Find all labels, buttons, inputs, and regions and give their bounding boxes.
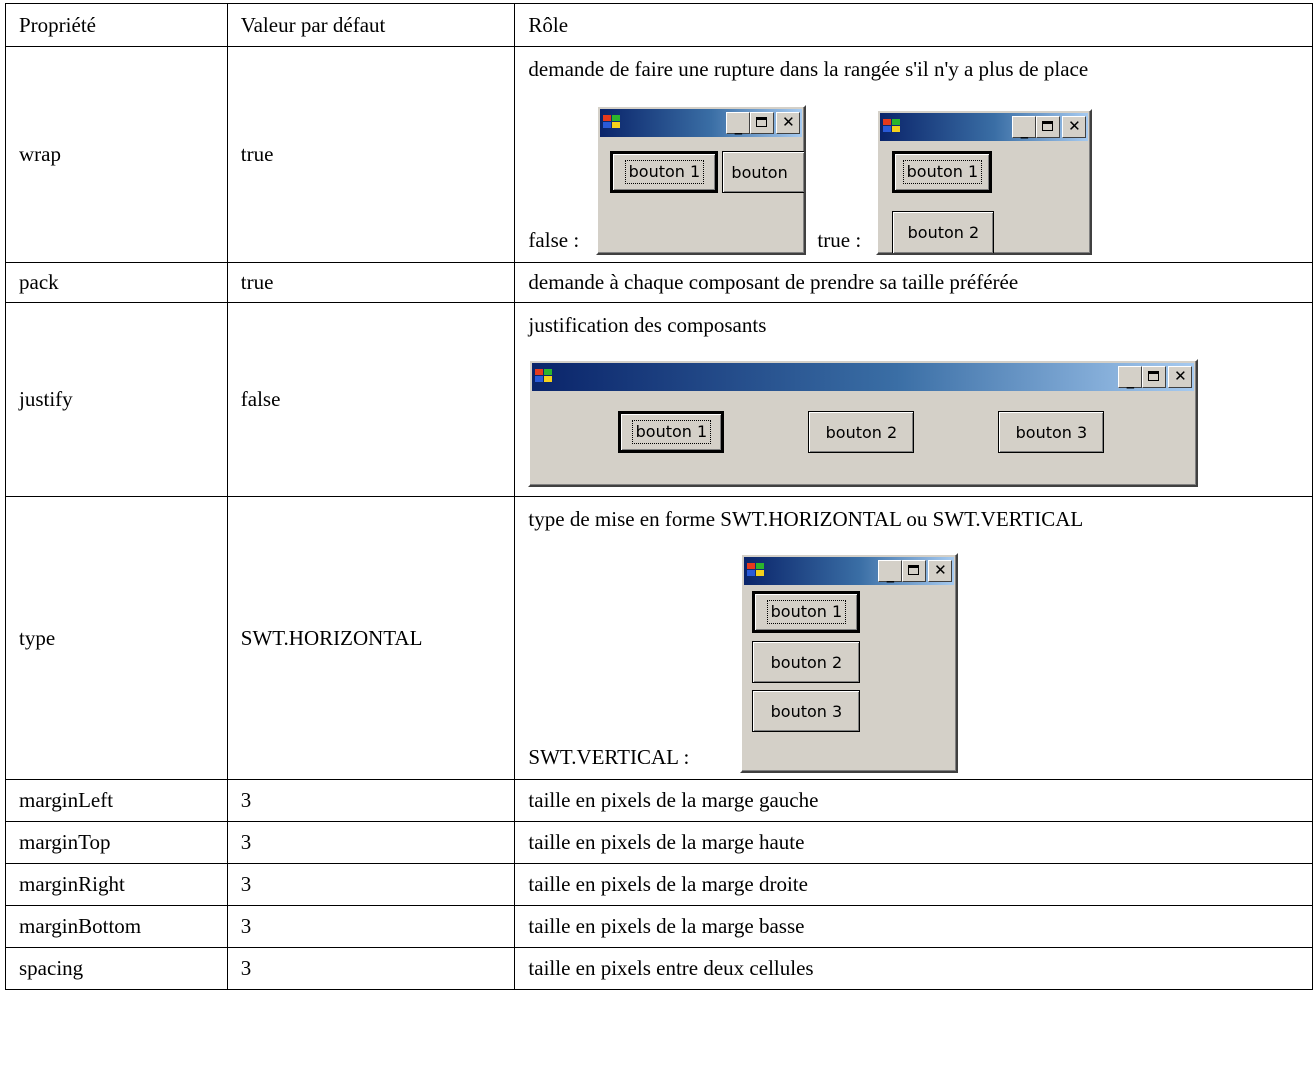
default-value: 3 — [226, 905, 516, 948]
property-name: wrap — [5, 46, 228, 263]
table-header-row: Propriété Valeur par défaut Rôle — [5, 3, 1313, 47]
role-text: type de mise en forme SWT.HORIZONTAL ou … — [528, 507, 1084, 531]
default-value: 3 — [226, 863, 516, 906]
minimize-button[interactable]: _ — [1012, 116, 1037, 139]
role-text: justification des composants — [528, 313, 767, 337]
close-icon: ✕ — [1174, 367, 1187, 385]
table-row: marginRight 3 taille en pixels de la mar… — [5, 863, 1313, 906]
maximize-button[interactable] — [1142, 366, 1167, 388]
minimize-button[interactable]: _ — [878, 560, 903, 583]
maximize-icon — [751, 113, 773, 133]
close-icon: ✕ — [782, 113, 795, 131]
bouton-1-button[interactable]: bouton 1 — [618, 411, 725, 453]
table-row: marginTop 3 taille en pixels de la marge… — [5, 821, 1313, 864]
role-text: taille en pixels de la marge gauche — [514, 779, 1313, 822]
property-name: type — [5, 496, 228, 780]
windows-logo-icon — [603, 115, 623, 131]
title-bar: _ ✕ — [532, 363, 1195, 391]
windows-logo-icon — [535, 369, 555, 385]
property-name: marginLeft — [5, 779, 228, 822]
properties-table: Propriété Valeur par défaut Rôle wrap tr… — [5, 3, 1313, 990]
header-property: Propriété — [5, 3, 228, 47]
minimize-button[interactable]: _ — [1118, 366, 1143, 389]
button-label: bouton 1 — [902, 160, 983, 184]
title-bar: _ ✕ — [744, 557, 955, 585]
table-row: pack true demande à chaque composant de … — [5, 262, 1313, 303]
role-cell: type de mise en forme SWT.HORIZONTAL ou … — [514, 496, 1313, 780]
role-cell: demande de faire une rupture dans la ran… — [514, 46, 1313, 263]
demo-window-vertical: _ ✕ bouton 1 bouton 2 bouton 3 — [740, 553, 959, 773]
demo-window-justify: _ ✕ bouton 1 bouton 2 bouton 3 — [528, 359, 1199, 487]
property-name: pack — [5, 262, 228, 303]
role-text: taille en pixels de la marge basse — [514, 905, 1313, 948]
bouton-3-button[interactable]: bouton 3 — [752, 690, 861, 732]
caption-vertical: SWT.VERTICAL : — [528, 745, 690, 769]
minimize-icon: _ — [734, 117, 743, 135]
table-row: justify false justification des composan… — [5, 302, 1313, 497]
role-text: demande à chaque composant de prendre sa… — [514, 262, 1313, 303]
bouton-1-button[interactable]: bouton 1 — [610, 151, 719, 193]
role-text: taille en pixels entre deux cellules — [514, 947, 1313, 990]
bouton-1-button[interactable]: bouton 1 — [892, 151, 993, 193]
property-name: justify — [5, 302, 228, 497]
maximize-icon — [1037, 117, 1059, 137]
role-cell: justification des composants _ ✕ bouton … — [514, 302, 1313, 497]
default-value: 3 — [226, 947, 516, 990]
default-value: SWT.HORIZONTAL — [226, 496, 516, 780]
windows-logo-icon — [883, 119, 903, 135]
demo-window-wrap-true: _ ✕ bouton 1 bouton 2 — [876, 109, 1093, 255]
header-role: Rôle — [514, 3, 1313, 47]
minimize-icon: _ — [886, 565, 895, 583]
minimize-button[interactable]: _ — [726, 112, 751, 135]
header-default-value: Valeur par défaut — [226, 3, 516, 47]
close-button[interactable]: ✕ — [776, 112, 801, 134]
maximize-icon — [903, 561, 925, 581]
close-button[interactable]: ✕ — [1062, 116, 1087, 138]
close-button[interactable]: ✕ — [1168, 366, 1193, 388]
bouton-2-button[interactable]: bouton 2 — [808, 411, 915, 453]
default-value: true — [226, 262, 516, 303]
maximize-icon — [1143, 367, 1165, 387]
close-icon: ✕ — [1068, 117, 1081, 135]
bouton-1-button[interactable]: bouton 1 — [752, 591, 861, 633]
table-row: type SWT.HORIZONTAL type de mise en form… — [5, 496, 1313, 780]
title-bar: _ ✕ — [880, 113, 1089, 141]
windows-logo-icon — [747, 563, 767, 579]
caption-wrap-true: true : — [817, 228, 862, 252]
close-button[interactable]: ✕ — [928, 560, 953, 582]
default-value: false — [226, 302, 516, 497]
bouton-3-button[interactable]: bouton 3 — [998, 411, 1105, 453]
property-name: marginBottom — [5, 905, 228, 948]
property-name: marginTop — [5, 821, 228, 864]
default-value: 3 — [226, 821, 516, 864]
table-row: marginLeft 3 taille en pixels de la marg… — [5, 779, 1313, 822]
default-value: 3 — [226, 779, 516, 822]
role-text: taille en pixels de la marge haute — [514, 821, 1313, 864]
property-name: marginRight — [5, 863, 228, 906]
table-row: spacing 3 taille en pixels entre deux ce… — [5, 947, 1313, 990]
title-bar: _ ✕ — [600, 109, 803, 137]
role-text: taille en pixels de la marge droite — [514, 863, 1313, 906]
table-row: wrap true demande de faire une rupture d… — [5, 46, 1313, 263]
bouton-2-button-clipped[interactable]: bouton — [722, 151, 805, 193]
button-label: bouton 1 — [624, 160, 705, 184]
maximize-button[interactable] — [902, 560, 927, 582]
bouton-2-button[interactable]: bouton 2 — [892, 211, 995, 253]
maximize-button[interactable] — [750, 112, 775, 134]
minimize-icon: _ — [1020, 121, 1029, 139]
table-row: marginBottom 3 taille en pixels de la ma… — [5, 905, 1313, 948]
maximize-button[interactable] — [1036, 116, 1061, 138]
minimize-icon: _ — [1126, 371, 1135, 389]
button-label: bouton 1 — [631, 420, 712, 444]
property-name: spacing — [5, 947, 228, 990]
caption-wrap-false: false : — [528, 228, 580, 252]
role-text: demande de faire une rupture dans la ran… — [528, 57, 1089, 81]
default-value: true — [226, 46, 516, 263]
button-label: bouton 1 — [766, 600, 847, 624]
bouton-2-button[interactable]: bouton 2 — [752, 641, 861, 683]
close-icon: ✕ — [934, 561, 947, 579]
demo-window-wrap-false: _ ✕ bouton 1 bouton — [596, 105, 807, 255]
